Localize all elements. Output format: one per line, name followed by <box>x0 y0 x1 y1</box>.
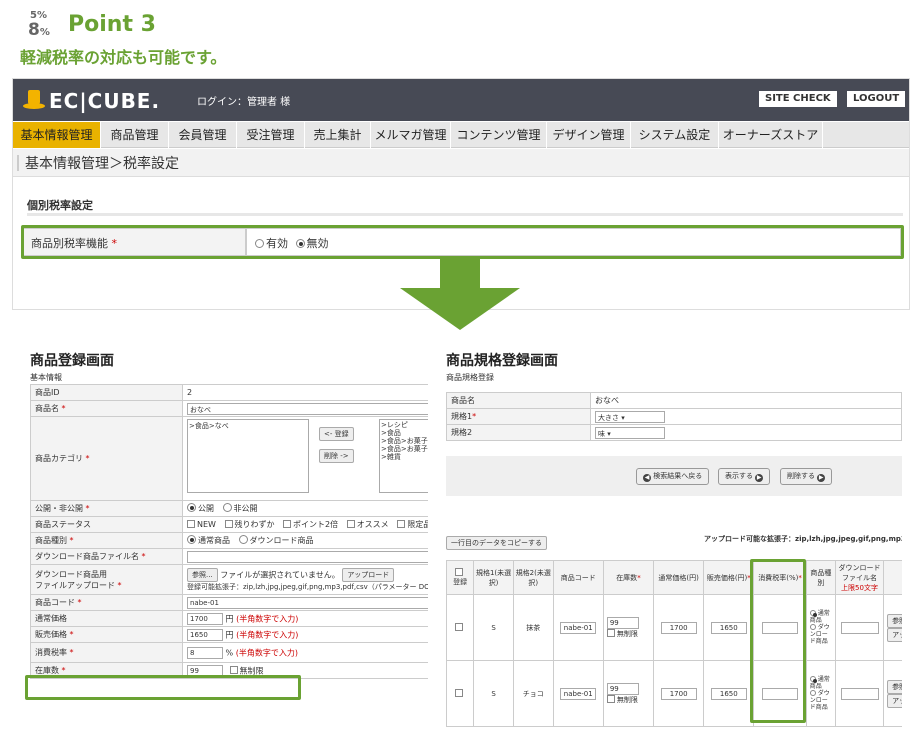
admin-header: EC|CUBE. ログイン：管理者 様 SITE CHECK LOGOUT <box>13 79 909 121</box>
delete-button[interactable]: 削除する ▶ <box>780 468 833 485</box>
login-status: ログイン：管理者 様 <box>197 97 291 108</box>
status-recommend-checkbox[interactable] <box>346 520 355 528</box>
upload-ext-note: アップロード可能な拡張子：zip,lzh,jpg,jpeg,gif,png,mp… <box>704 535 902 543</box>
radio-public[interactable] <box>187 503 196 512</box>
tax-rate-input[interactable]: 8 <box>187 646 223 659</box>
product-screen-title: 商品登録画面 <box>30 353 114 369</box>
radio-private[interactable] <box>222 503 232 512</box>
nav-members[interactable]: 会員管理 <box>169 122 237 148</box>
status-few-checkbox[interactable] <box>224 520 233 528</box>
status-new-checkbox[interactable] <box>187 520 195 528</box>
section-title: 個別税率設定 <box>27 199 93 212</box>
spec-screen-title: 商品規格登録画面 <box>446 353 558 369</box>
nav-mailmag[interactable]: メルマガ管理 <box>371 122 451 148</box>
sale-price-input[interactable]: 1650 <box>187 628 223 641</box>
global-nav: 基本情報管理 商品管理 会員管理 受注管理 売上集計 メルマガ管理 コンテンツ管… <box>13 122 909 148</box>
cube-hat-icon <box>23 90 45 110</box>
point-subtitle: 軽減税率の対応も可能です。 <box>20 48 227 67</box>
status-limited-checkbox[interactable] <box>397 520 406 528</box>
nav-system[interactable]: システム設定 <box>631 122 719 148</box>
nav-design[interactable]: デザイン管理 <box>547 122 631 148</box>
spec-row: S 抹茶 nabe-01 99 無制限 1700 1650 通常商品 ダウンロード商品… <box>446 594 902 661</box>
normal-price-input[interactable]: 1700 <box>187 612 223 625</box>
section-divider <box>27 213 903 216</box>
product-name-input[interactable]: おなべ <box>187 402 428 415</box>
category-add-button[interactable]: <- 登録 <box>319 427 354 441</box>
radio-type-download[interactable] <box>238 535 248 544</box>
show-button[interactable]: 表示する ▶ <box>718 468 771 485</box>
nav-orders[interactable]: 受注管理 <box>237 122 305 148</box>
row-register-checkbox[interactable] <box>455 623 464 631</box>
spec-form: 商品名 おなべ 規格1* 大きさ ▾ 規格2 味 ▾ ◀ 検索結果へ戻る 表示する ▶… <box>446 392 902 744</box>
category-selected-list[interactable]: >食品>なべ <box>187 419 309 493</box>
eccube-logo: EC|CUBE. <box>23 89 173 113</box>
product-section: 基本情報 <box>30 373 62 382</box>
site-check-button[interactable]: SITE CHECK <box>759 91 837 107</box>
highlight-product-tax <box>21 225 904 259</box>
status-point2-checkbox[interactable] <box>283 520 292 528</box>
tax-rate-icon: 5% 8% <box>28 10 50 40</box>
unlimited-checkbox[interactable] <box>229 666 238 674</box>
down-arrow-icon <box>400 258 520 330</box>
point-header: 5% 8% Point 3 軽減税率の対応も可能です。 <box>14 8 914 68</box>
nav-products[interactable]: 商品管理 <box>101 122 169 148</box>
nav-sales[interactable]: 売上集計 <box>305 122 371 148</box>
breadcrumb: 基本情報管理＞税率設定 <box>13 149 909 177</box>
category-remove-button[interactable]: 削除 -> <box>319 449 354 463</box>
spec-section: 商品規格登録 <box>446 373 494 382</box>
spec1-select[interactable]: 大きさ ▾ <box>595 410 665 423</box>
category-options-list[interactable]: >レシピ >食品 >食品>お菓子 >食品>お菓子 >雑貨 <box>379 419 428 493</box>
highlight-tax-rate <box>25 675 301 700</box>
spec2-select[interactable]: 味 ▾ <box>595 426 665 439</box>
point-title: Point 3 <box>68 12 156 37</box>
download-filename-input[interactable] <box>187 550 428 563</box>
nav-owners-store[interactable]: オーナーズストア <box>719 122 823 148</box>
radio-type-normal[interactable] <box>187 535 196 544</box>
back-to-results-button[interactable]: ◀ 検索結果へ戻る <box>636 468 710 485</box>
logout-button[interactable]: LOGOUT <box>847 91 906 107</box>
row-register-checkbox[interactable] <box>455 689 464 697</box>
spec-row: S チョコ nabe-01 99 無制限 1700 1650 通常商品 ダウンロード商… <box>446 660 902 727</box>
browse-button[interactable]: 参照... <box>187 567 218 582</box>
spec-button-bar: ◀ 検索結果へ戻る 表示する ▶ 削除する ▶ <box>446 456 902 496</box>
highlight-spec-tax <box>750 559 806 723</box>
upload-button[interactable]: アップロード <box>342 567 395 582</box>
nav-contents[interactable]: コンテンツ管理 <box>451 122 547 148</box>
copy-first-row-button[interactable]: 一行目のデータをコピーする <box>446 536 547 550</box>
product-code-input[interactable]: nabe-01 <box>187 596 428 609</box>
nav-basic-info[interactable]: 基本情報管理 <box>13 122 101 148</box>
